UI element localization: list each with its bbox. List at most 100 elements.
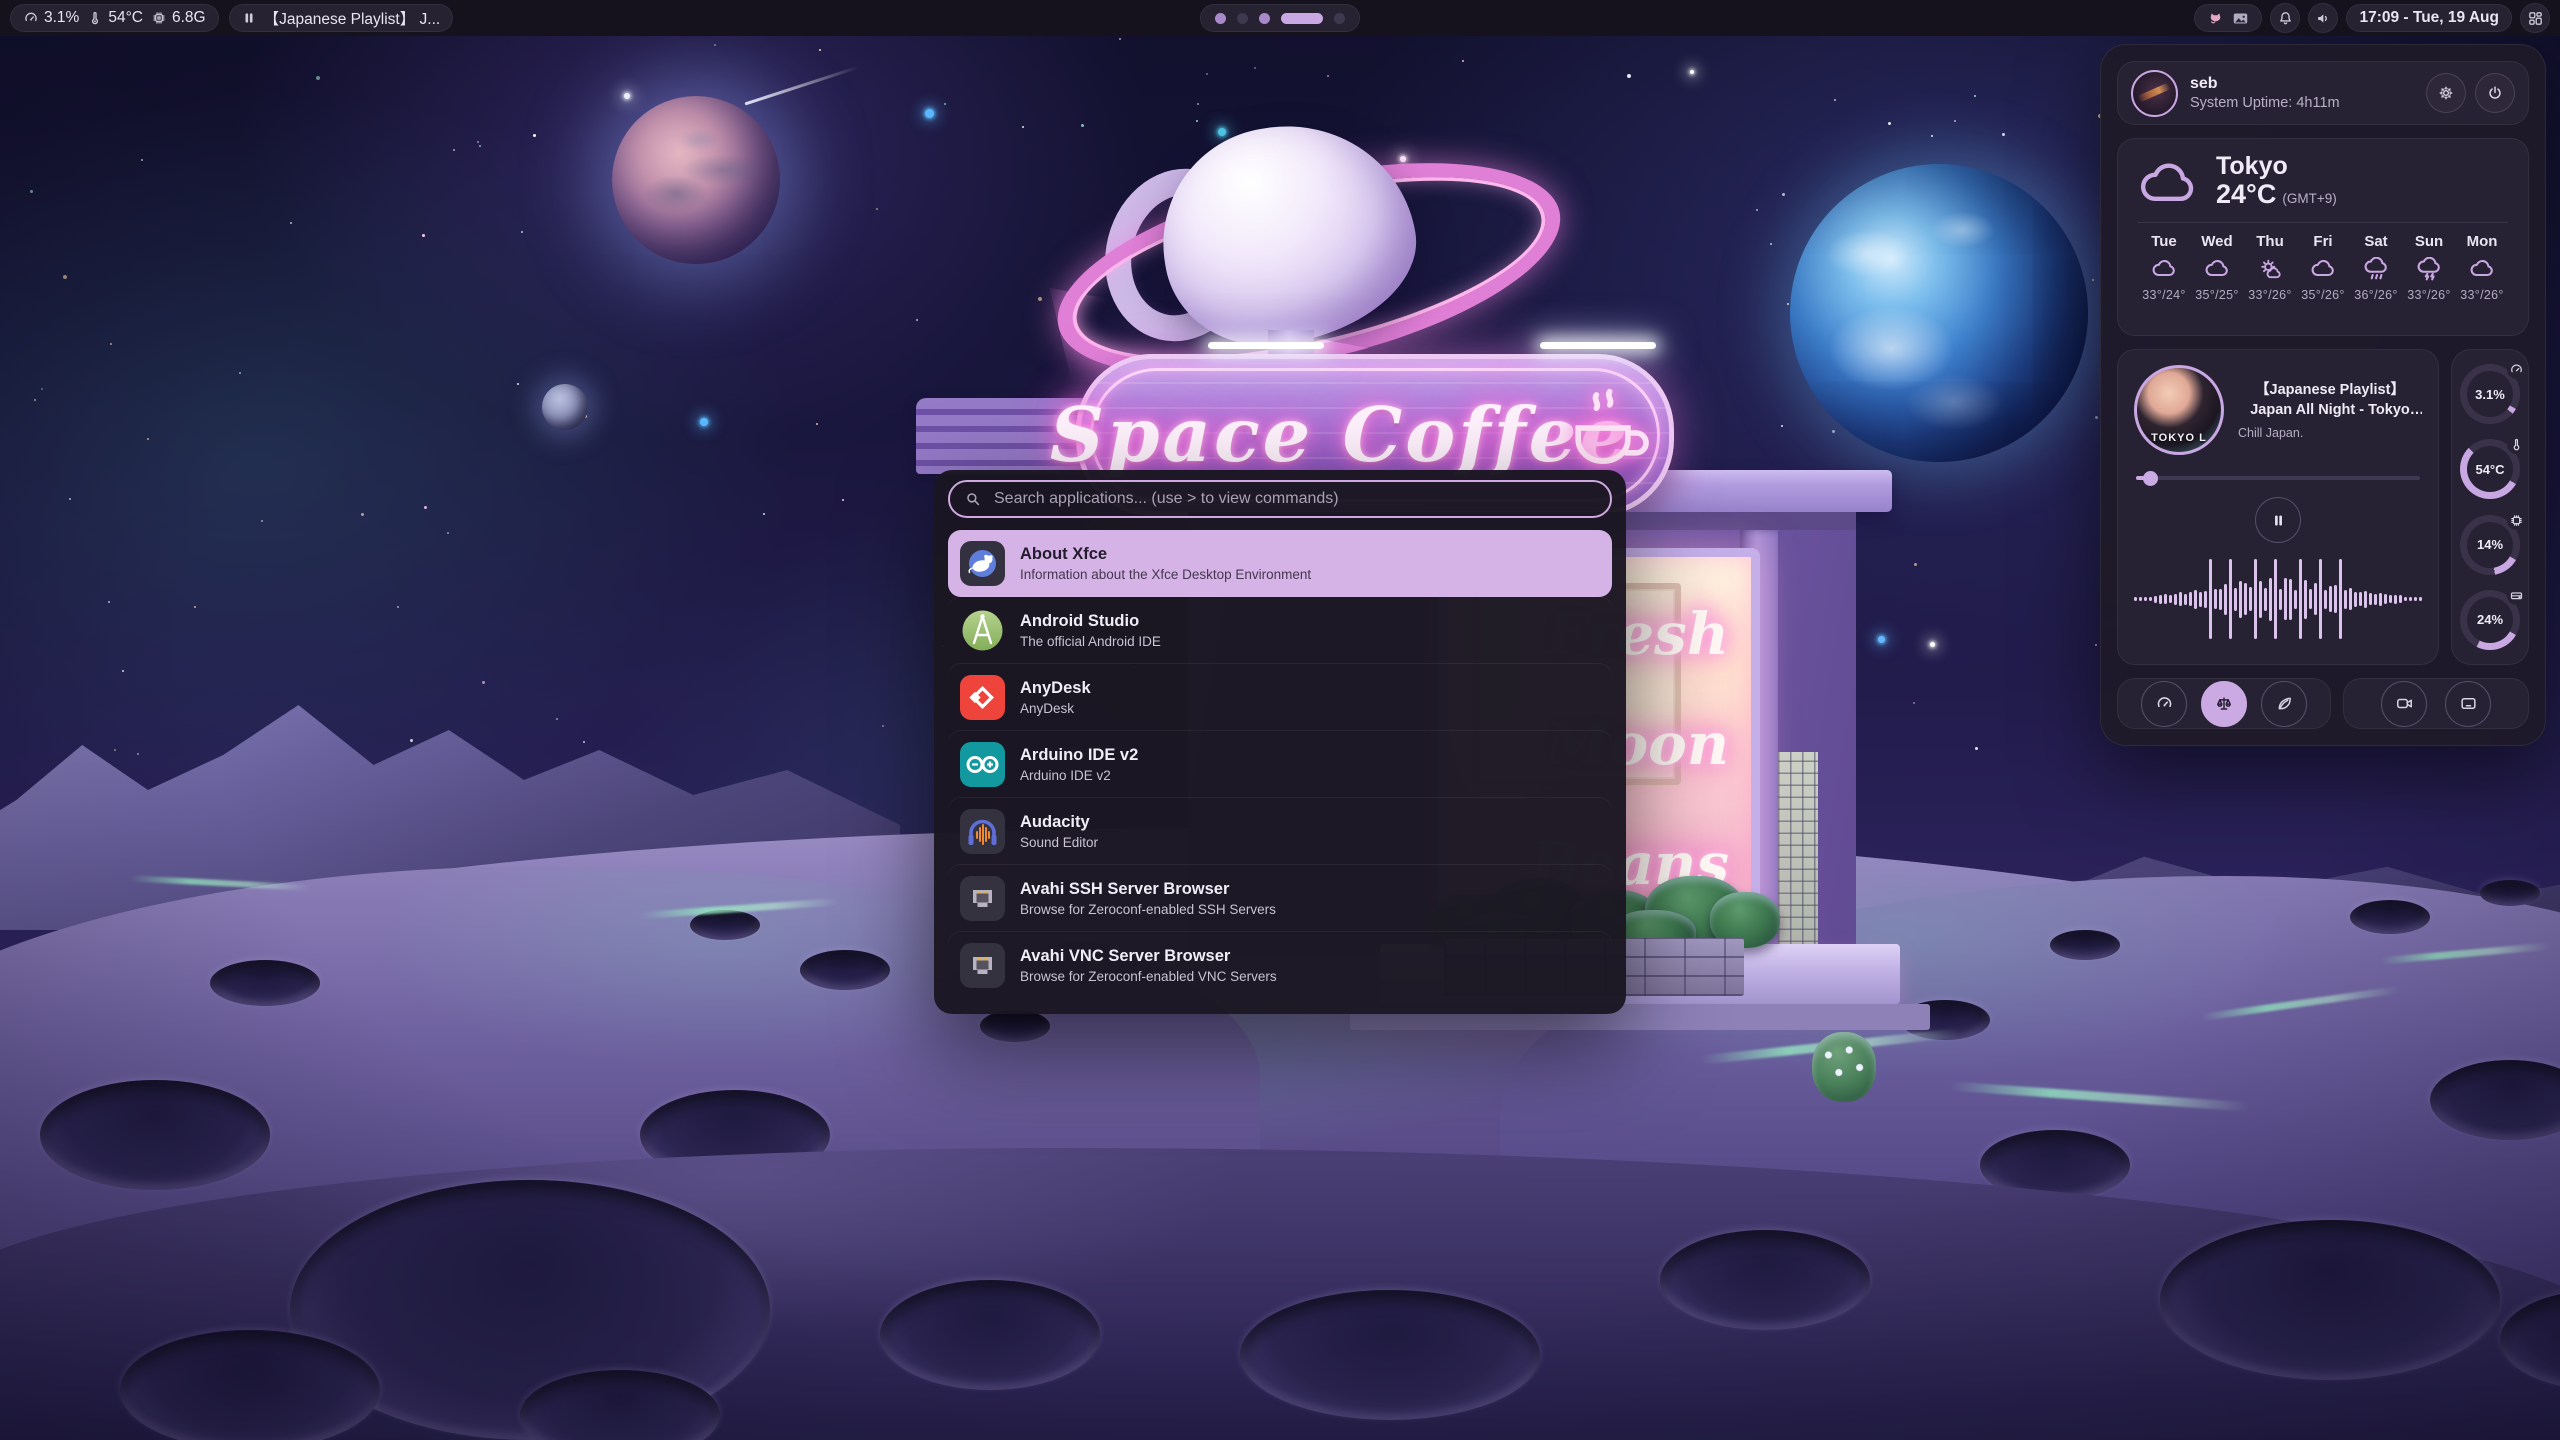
power-icon bbox=[2486, 84, 2504, 102]
power-profiles-card bbox=[2117, 678, 2331, 729]
crater bbox=[880, 1280, 1100, 1390]
audio-visualizer bbox=[2134, 555, 2422, 643]
tray-cat-icon[interactable] bbox=[2207, 10, 2224, 27]
thermometer-icon bbox=[87, 10, 103, 26]
user-card: seb System Uptime: 4h11m bbox=[2117, 61, 2529, 125]
flower-dots bbox=[1818, 1040, 1870, 1090]
screenshot-icon bbox=[2459, 694, 2478, 713]
user-name: seb bbox=[2190, 75, 2340, 93]
gear-icon bbox=[2437, 84, 2455, 102]
powersave-profile-button[interactable] bbox=[2261, 681, 2307, 727]
album-art-text: TOKYO L bbox=[2137, 432, 2221, 444]
video-camera-icon bbox=[2395, 694, 2414, 713]
neon-coffee-cup-icon bbox=[1565, 385, 1651, 481]
app-name: AnyDesk bbox=[1020, 679, 1091, 698]
cloud-icon bbox=[2469, 257, 2496, 281]
roof-light-right bbox=[1540, 342, 1656, 349]
power-button[interactable] bbox=[2475, 73, 2515, 113]
control-panel: seb System Uptime: 4h11m Tokyo 24°C(GMT+… bbox=[2100, 44, 2546, 746]
network-port-icon bbox=[960, 943, 1005, 988]
forecast-day: Thu 33°/26° bbox=[2244, 233, 2296, 302]
cpu-gauge: 3.1% bbox=[2460, 364, 2520, 424]
forecast-row: Tue 33°/24° Wed 35°/25° Thu 33°/26° Fri … bbox=[2138, 233, 2508, 302]
search-input[interactable] bbox=[992, 489, 1596, 509]
app-row-arduino[interactable]: Arduino IDE v2 Arduino IDE v2 bbox=[948, 731, 1612, 798]
top-bar: 3.1% 54°C 6.8G 【Japanese Playlist】 J... bbox=[0, 0, 2560, 36]
track-artist: Chill Japan. bbox=[2238, 426, 2422, 440]
app-desc: Browse for Zeroconf-enabled SSH Servers bbox=[1020, 902, 1276, 917]
forecast-day: Sat 36°/26° bbox=[2350, 233, 2402, 302]
app-name: About Xfce bbox=[1020, 545, 1311, 564]
performance-profile-button[interactable] bbox=[2141, 681, 2187, 727]
app-desc: Arduino IDE v2 bbox=[1020, 768, 1138, 783]
workspace-dot[interactable] bbox=[1334, 13, 1345, 24]
balanced-profile-button[interactable] bbox=[2201, 681, 2247, 727]
app-list: About Xfce Information about the Xfce De… bbox=[948, 530, 1612, 999]
app-row-android-studio[interactable]: Android Studio The official Android IDE bbox=[948, 597, 1612, 664]
album-art[interactable]: TOKYO L bbox=[2134, 365, 2224, 455]
crater bbox=[1660, 1230, 1870, 1330]
topbar-left: 3.1% 54°C 6.8G 【Japanese Playlist】 J... bbox=[10, 4, 453, 32]
app-name: Android Studio bbox=[1020, 612, 1161, 631]
system-gauges-card: 3.1% 54°C 14% 24% bbox=[2451, 349, 2529, 665]
network-port-icon bbox=[960, 876, 1005, 921]
cloud-icon-large bbox=[2138, 156, 2200, 208]
dashboard-button[interactable] bbox=[2520, 3, 2550, 33]
app-row-anydesk[interactable]: AnyDesk AnyDesk bbox=[948, 664, 1612, 731]
system-uptime: System Uptime: 4h11m bbox=[2190, 95, 2340, 111]
tray-image-icon[interactable] bbox=[2232, 10, 2249, 27]
weather-temp: 24°C bbox=[2216, 179, 2276, 209]
system-stats-pill[interactable]: 3.1% 54°C 6.8G bbox=[10, 4, 219, 32]
memory-gauge: 14% bbox=[2460, 515, 2520, 575]
workspace-dot[interactable] bbox=[1215, 13, 1226, 24]
speedometer-icon bbox=[23, 10, 39, 26]
notifications-button[interactable] bbox=[2270, 3, 2300, 33]
forecast-day: Sun 33°/26° bbox=[2403, 233, 2455, 302]
weather-card: Tokyo 24°C(GMT+9) Tue 33°/24° Wed 35°/25… bbox=[2117, 138, 2529, 336]
app-row-avahi-ssh[interactable]: Avahi SSH Server Browser Browse for Zero… bbox=[948, 865, 1612, 932]
seek-bar[interactable] bbox=[2136, 471, 2420, 485]
disk-gauge: 24% bbox=[2460, 590, 2520, 650]
leaf-icon bbox=[2275, 694, 2294, 713]
now-playing-pill[interactable]: 【Japanese Playlist】 J... bbox=[229, 4, 454, 32]
arduino-icon bbox=[960, 742, 1005, 787]
search-bar[interactable] bbox=[948, 480, 1612, 518]
app-name: Avahi SSH Server Browser bbox=[1020, 880, 1276, 899]
search-icon bbox=[964, 490, 982, 508]
avatar[interactable] bbox=[2131, 70, 2178, 117]
pause-icon bbox=[242, 11, 256, 25]
cloud-icon bbox=[2151, 257, 2178, 281]
app-name: Audacity bbox=[1020, 813, 1098, 832]
volume-button[interactable] bbox=[2308, 3, 2338, 33]
screen-record-button[interactable] bbox=[2381, 681, 2427, 727]
roof-light-left bbox=[1208, 342, 1324, 349]
play-pause-button[interactable] bbox=[2255, 497, 2301, 543]
now-playing-label: 【Japanese Playlist】 J... bbox=[264, 7, 441, 29]
tray-pill bbox=[2194, 4, 2262, 32]
clock-pill[interactable]: 17:09 - Tue, 19 Aug bbox=[2346, 4, 2512, 32]
android-studio-icon bbox=[960, 608, 1005, 653]
cpu-value: 3.1% bbox=[44, 9, 79, 27]
utilities-card bbox=[2343, 678, 2529, 729]
speedometer-icon bbox=[2507, 360, 2526, 379]
topbar-right: 17:09 - Tue, 19 Aug bbox=[2194, 3, 2550, 33]
workspace-dot[interactable] bbox=[1237, 13, 1248, 24]
app-row-avahi-vnc[interactable]: Avahi VNC Server Browser Browse for Zero… bbox=[948, 932, 1612, 999]
crater bbox=[2160, 1220, 2500, 1380]
app-name: Avahi VNC Server Browser bbox=[1020, 947, 1277, 966]
app-row-audacity[interactable]: Audacity Sound Editor bbox=[948, 798, 1612, 865]
workspace-dot[interactable] bbox=[1281, 13, 1323, 24]
temp-value: 54°C bbox=[108, 9, 143, 27]
settings-button[interactable] bbox=[2426, 73, 2466, 113]
workspace-dot[interactable] bbox=[1259, 13, 1270, 24]
storm-icon bbox=[2416, 257, 2443, 281]
forecast-day: Wed 35°/25° bbox=[2191, 233, 2243, 302]
thermometer-icon bbox=[2507, 435, 2526, 454]
app-desc: Browse for Zeroconf-enabled VNC Servers bbox=[1020, 969, 1277, 984]
screenshot-button[interactable] bbox=[2445, 681, 2491, 727]
forecast-day: Tue 33°/24° bbox=[2138, 233, 2190, 302]
app-row-about-xfce[interactable]: About Xfce Information about the Xfce De… bbox=[948, 530, 1612, 597]
pause-icon bbox=[2271, 513, 2286, 528]
tiled-wall bbox=[1778, 752, 1818, 954]
seek-knob[interactable] bbox=[2143, 471, 2158, 486]
